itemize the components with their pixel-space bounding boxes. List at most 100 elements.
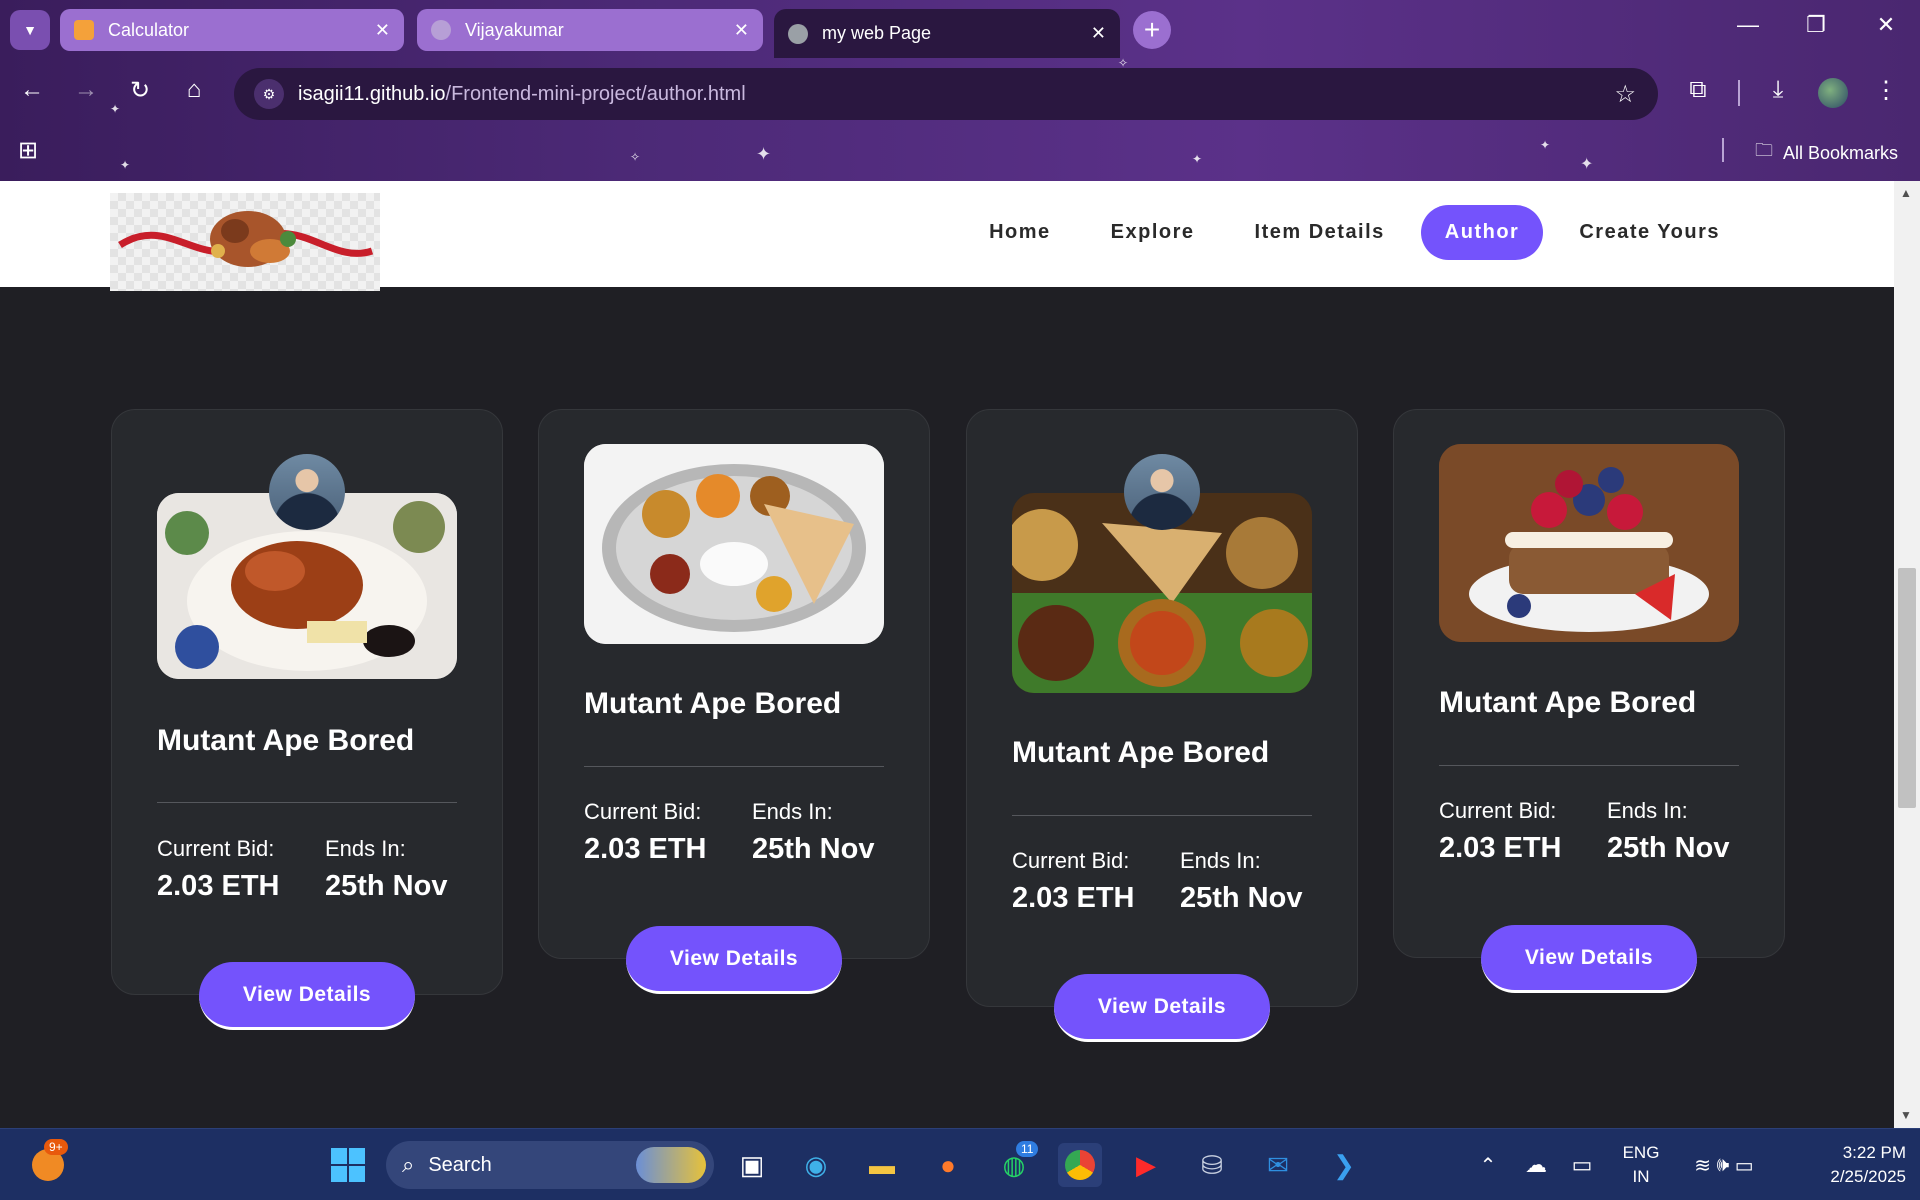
nav-explore[interactable]: Explore [1087, 205, 1219, 260]
address-bar[interactable]: ⚙ isagii11.github.io/Frontend-mini-proje… [234, 68, 1658, 120]
back-icon[interactable]: ← [14, 76, 50, 104]
forward-icon[interactable]: → [68, 76, 104, 104]
card-divider [1439, 765, 1739, 766]
taskbar-search[interactable]: ⌕ Search [386, 1141, 714, 1189]
tab-title: my web Page [822, 23, 932, 43]
current-bid: Current Bid: 2.03 ETH [584, 799, 707, 866]
clock-date: 2/25/2025 [1830, 1167, 1906, 1186]
edge-icon[interactable]: ◉ [794, 1143, 838, 1187]
tab-vijayakumar[interactable]: Vijayakumar ✕ [417, 9, 763, 51]
minimize-icon[interactable]: — [1728, 12, 1768, 38]
firefox-icon[interactable]: ● [926, 1143, 970, 1187]
youtube-icon[interactable]: ▶ [1124, 1143, 1168, 1187]
card-image-berry-pancakes [1439, 444, 1739, 642]
view-details-button[interactable]: View Details [1481, 925, 1697, 993]
browser-chrome: ✦ ✦ ✧ ✦ ✦ ✦ ✧ ✦ ✦ ✦ ✦ ✦ ▼ Calculator ✕ V… [0, 0, 1920, 181]
tab-strip: ▼ Calculator ✕ Vijayakumar ✕ my web Page… [0, 0, 1920, 58]
notification-badge: 9+ [44, 1139, 68, 1155]
current-bid: Current Bid: 2.03 ETH [1439, 798, 1562, 865]
card-title: Mutant Ape Bored [584, 687, 842, 720]
clock[interactable]: 3:22 PM 2/25/2025 [1796, 1141, 1906, 1189]
outlook-icon[interactable]: ✉ [1256, 1143, 1300, 1187]
card-title: Mutant Ape Bored [157, 724, 415, 757]
start-icon[interactable] [326, 1143, 370, 1187]
tab-title: Calculator [108, 19, 190, 40]
onedrive-icon[interactable]: ☁ [1514, 1143, 1558, 1187]
scrollbar-thumb[interactable] [1898, 568, 1916, 808]
globe-favicon-icon [788, 23, 808, 44]
bid-label: Current Bid: [1012, 848, 1130, 873]
language-indicator[interactable]: ENG IN [1616, 1141, 1666, 1189]
chrome-icon[interactable] [1058, 1143, 1102, 1187]
close-tab-icon[interactable]: ✕ [734, 20, 749, 41]
bookmarks-bar: ⊞ 🗀 All Bookmarks [0, 134, 1920, 168]
home-icon[interactable]: ⌂ [176, 76, 212, 104]
calculator-favicon-icon [74, 20, 94, 40]
bookmarks-divider [1722, 138, 1724, 162]
item-card: Mutant Ape Bored Current Bid: 2.03 ETH E… [966, 409, 1358, 1042]
restore-icon[interactable]: ❐ [1796, 12, 1836, 38]
tab-my-web-page[interactable]: my web Page ✕ [774, 9, 1120, 58]
card-divider [584, 766, 884, 767]
ends-in: Ends In: 25th Nov [752, 799, 874, 866]
site-logo[interactable] [110, 193, 380, 291]
ends-in: Ends In: 25th Nov [1607, 798, 1729, 865]
view-details-button[interactable]: View Details [1054, 974, 1270, 1042]
site-header: Home Explore Item Details Author Create … [0, 181, 1894, 291]
item-card: Mutant Ape Bored Current Bid: 2.03 ETH E… [538, 409, 930, 994]
ends-value: 25th Nov [752, 833, 875, 865]
database-app-icon[interactable]: ⛁ [1190, 1143, 1234, 1187]
new-tab-button[interactable]: + [1133, 11, 1171, 49]
tab-title: Vijayakumar [465, 19, 564, 40]
bid-value: 2.03 ETH [157, 870, 280, 902]
close-tab-icon[interactable]: ✕ [1091, 23, 1106, 44]
tab-search-icon[interactable]: ▼ [10, 10, 50, 50]
nav-home[interactable]: Home [965, 205, 1075, 260]
toolbar-divider [1738, 80, 1740, 106]
reload-icon[interactable]: ↻ [122, 76, 158, 105]
all-bookmarks-label: All Bookmarks [1782, 142, 1898, 163]
lang-code: ENG [1622, 1143, 1660, 1162]
ends-in: Ends In: 25th Nov [325, 836, 447, 903]
profile-avatar[interactable] [1818, 78, 1848, 108]
show-hidden-icons-icon[interactable]: ⌃ [1466, 1143, 1510, 1187]
region-code: IN [1632, 1167, 1650, 1186]
star-icon[interactable]: ☆ [1614, 80, 1636, 109]
display-icon[interactable]: ▭ [1560, 1143, 1604, 1187]
bid-value: 2.03 ETH [584, 833, 707, 865]
ends-label: Ends In: [1607, 798, 1688, 823]
network-volume-battery[interactable]: ≋ 🕪 ▭ [1674, 1143, 1774, 1187]
card-image-thali [584, 444, 884, 644]
bid-label: Current Bid: [157, 836, 275, 861]
bid-value: 2.03 ETH [1439, 832, 1562, 864]
scroll-down-arrow-icon[interactable]: ▼ [1900, 1108, 1912, 1122]
site-info-icon[interactable]: ⚙ [254, 79, 284, 109]
logo-food-graphic [118, 211, 374, 267]
search-icon: ⌕ [402, 1152, 415, 1177]
extensions-icon[interactable]: ⧉ [1680, 76, 1716, 104]
tab-calculator[interactable]: Calculator ✕ [60, 9, 404, 51]
author-avatar[interactable] [1124, 454, 1200, 530]
item-card: Mutant Ape Bored Current Bid: 2.03 ETH E… [111, 409, 503, 1030]
close-tab-icon[interactable]: ✕ [375, 20, 390, 41]
globe-favicon-icon [431, 20, 451, 40]
bid-value: 2.03 ETH [1012, 882, 1135, 914]
author-avatar[interactable] [269, 454, 345, 530]
close-icon[interactable]: ✕ [1866, 12, 1906, 38]
current-bid: Current Bid: 2.03 ETH [157, 836, 280, 903]
wifi-icon: ≋ [1694, 1154, 1712, 1177]
view-details-button[interactable]: View Details [199, 962, 415, 1030]
menu-icon[interactable]: ⋮ [1868, 76, 1904, 105]
apps-icon[interactable]: ⊞ [18, 136, 38, 165]
view-details-button[interactable]: View Details [626, 926, 842, 994]
task-view-icon[interactable]: ▣ [730, 1143, 774, 1187]
scroll-up-arrow-icon[interactable]: ▲ [1900, 186, 1912, 200]
nav-item-details[interactable]: Item Details [1231, 205, 1409, 260]
file-explorer-icon[interactable]: ▬ [860, 1143, 904, 1187]
nav-create-yours[interactable]: Create Yours [1555, 205, 1744, 260]
nav-author[interactable]: Author [1420, 205, 1544, 260]
download-icon[interactable]: ⤓ [1760, 76, 1796, 104]
all-bookmarks-button[interactable]: 🗀 All Bookmarks [1755, 138, 1898, 168]
card-divider [157, 802, 457, 803]
vscode-icon[interactable]: ❯ [1322, 1143, 1366, 1187]
